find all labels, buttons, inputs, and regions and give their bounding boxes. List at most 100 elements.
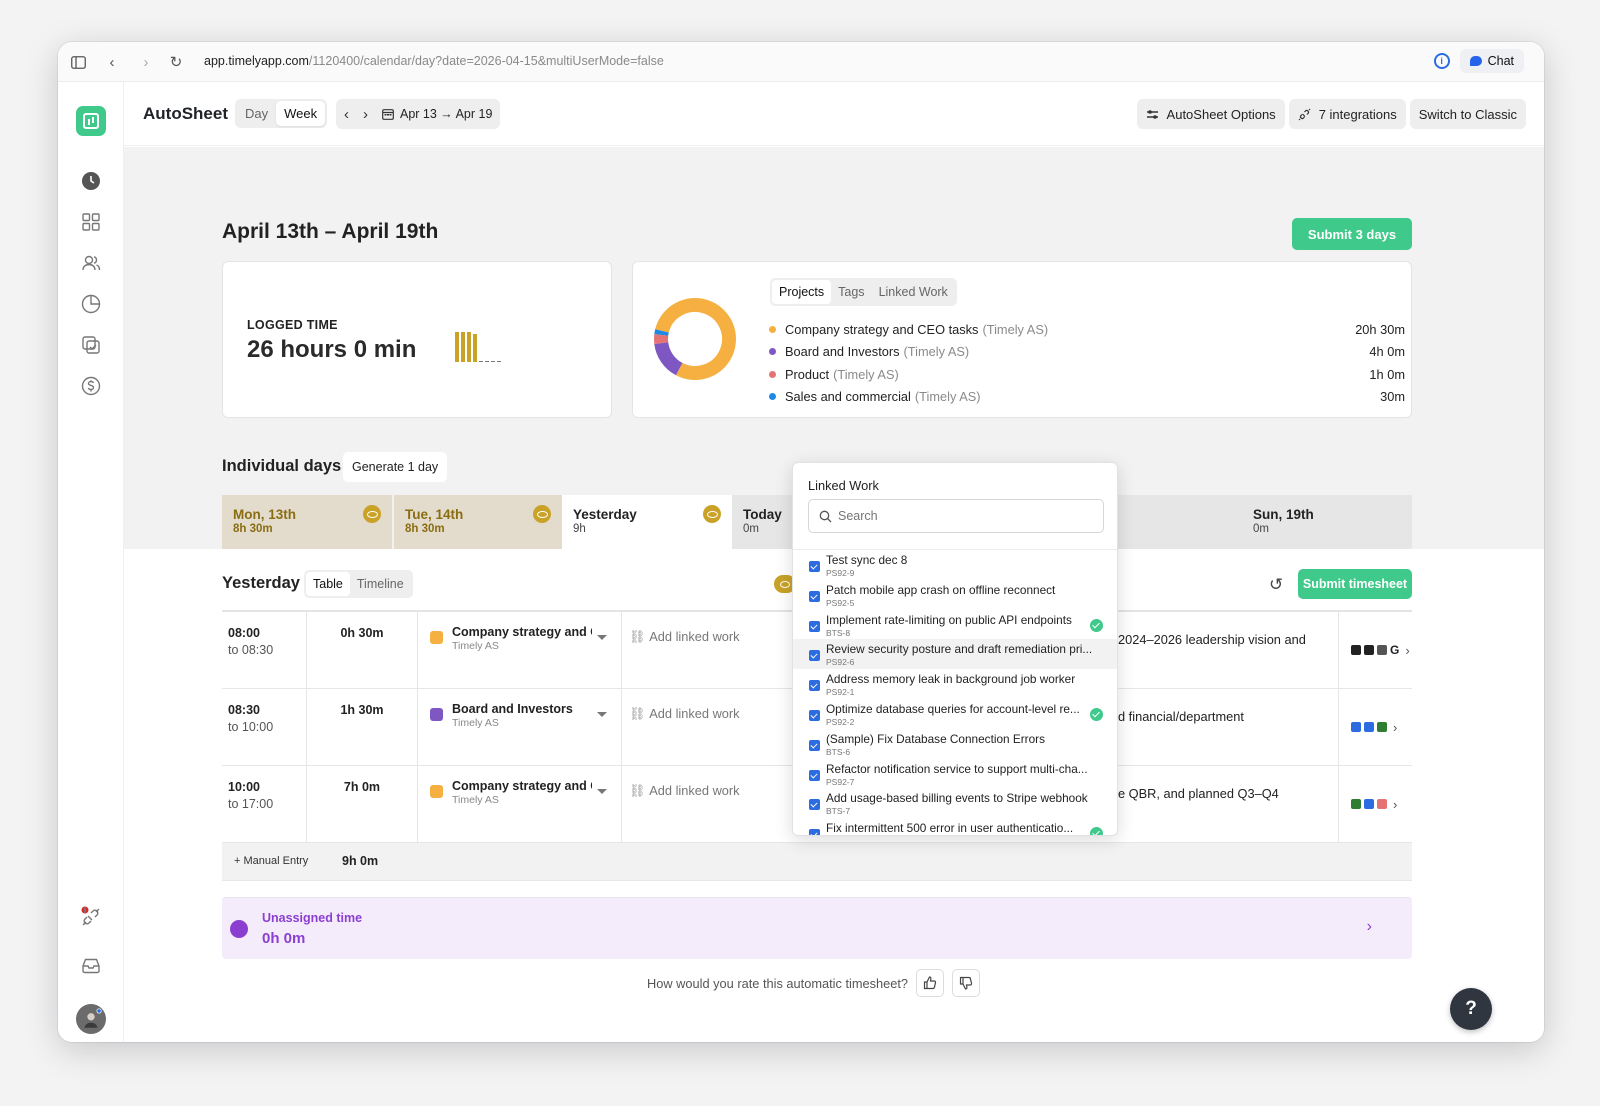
eye-icon[interactable]	[363, 505, 381, 523]
duration-cell[interactable]: 7h 0m	[306, 766, 418, 842]
prev-week-icon[interactable]: ‹	[344, 106, 349, 123]
linked-work-item[interactable]: Patch mobile app crash on offline reconn…	[793, 580, 1117, 610]
help-button[interactable]: ?	[1450, 988, 1492, 1030]
people-icon[interactable]	[80, 252, 102, 274]
note-cell[interactable]: 2024–2026 leadership vision and	[1118, 612, 1338, 688]
project-select[interactable]: Company strategy and CEO tasksTimely AS	[418, 766, 622, 842]
apps-cell[interactable]: G ›	[1338, 612, 1412, 688]
refresh-icon[interactable]: ↺	[1269, 575, 1283, 595]
linked-work-key: PS92-6	[826, 657, 855, 668]
autosheet-logo-icon[interactable]	[76, 106, 106, 136]
grid-icon[interactable]	[80, 211, 102, 233]
tasks-icon[interactable]	[80, 334, 102, 356]
apps-cell[interactable]: ›	[1338, 689, 1412, 765]
breakdown-tab-2[interactable]: Linked Work	[872, 280, 955, 304]
eye-icon[interactable]	[533, 505, 551, 523]
linked-work-item[interactable]: Fix intermittent 500 error in user authe…	[793, 818, 1117, 835]
view-week-tab[interactable]: Week	[276, 101, 326, 126]
linked-work-key: PS92-9	[826, 568, 855, 578]
project-org: Timely AS	[452, 794, 499, 806]
app-icon	[1351, 799, 1361, 809]
check-icon	[1090, 618, 1103, 632]
jira-icon	[809, 561, 820, 572]
url-host: app.timelyapp.com	[204, 54, 309, 68]
note-cell[interactable]: e QBR, and planned Q3–Q4	[1118, 766, 1338, 842]
submit-days-button[interactable]: Submit 3 days	[1292, 218, 1412, 250]
generate-day-button[interactable]: Generate 1 day	[343, 452, 448, 482]
thumbs-down-icon[interactable]	[952, 969, 981, 997]
table-tab[interactable]: Table	[306, 572, 350, 596]
jira-icon	[809, 590, 820, 602]
duration-cell[interactable]: 1h 30m	[306, 689, 418, 765]
time-range-cell[interactable]: 10:00 to 17:00	[222, 766, 306, 842]
rating-question: How would you rate this automatic timesh…	[647, 975, 909, 991]
linked-work-key: BTS-7	[826, 806, 851, 817]
pie-chart-icon[interactable]	[80, 293, 102, 315]
submit-timesheet-button[interactable]: Submit timesheet	[1298, 569, 1412, 599]
password-manager-icon[interactable]: i	[1433, 53, 1450, 69]
autosheet-options-label: AutoSheet Options	[1166, 106, 1276, 122]
address-bar[interactable]: app.timelyapp.com/1120400/calendar/day?d…	[204, 54, 664, 68]
linked-work-item[interactable]: Address memory leak in background job wo…	[793, 669, 1117, 699]
manual-entry-row[interactable]: + Manual Entry 9h 0m	[222, 843, 1412, 881]
linked-work-item[interactable]: Add usage-based billing events to Stripe…	[793, 788, 1117, 818]
day-name: Mon, 13th	[233, 507, 296, 522]
search-input[interactable]	[838, 509, 1078, 523]
project-color-square	[430, 631, 443, 644]
day-tab[interactable]: Mon, 13th 8h 30m	[222, 495, 392, 549]
calendar-icon	[382, 109, 394, 120]
back-icon[interactable]: ‹	[104, 54, 120, 71]
eye-icon[interactable]	[703, 505, 721, 523]
linked-work-item[interactable]: Optimize database queries for account-le…	[793, 699, 1117, 729]
integrations-alert-icon[interactable]: !	[80, 906, 102, 928]
chevron-right-icon[interactable]: ›	[1393, 797, 1397, 812]
autosheet-options-button[interactable]: AutoSheet Options	[1136, 99, 1285, 129]
time-range-cell[interactable]: 08:00 to 08:30	[222, 612, 306, 688]
linked-work-item[interactable]: (Sample) Fix Database Connection Errors B…	[793, 729, 1117, 759]
view-day-tab[interactable]: Day	[237, 101, 276, 126]
linked-work-search[interactable]	[808, 499, 1104, 533]
breakdown-tab-0[interactable]: Projects	[772, 280, 832, 304]
chevron-right-icon[interactable]: ›	[1405, 643, 1409, 658]
linked-work-title: Refactor notification service to support…	[826, 761, 1088, 776]
time-range-cell[interactable]: 08:30 to 10:00	[222, 689, 306, 765]
unassigned-time-row[interactable]: Unassigned time 0h 0m ›	[222, 897, 1412, 959]
linked-work-item[interactable]: Implement rate-limiting on public API en…	[793, 610, 1117, 640]
app-topbar: AutoSheet Day Week ‹ › Apr 13 → Apr 19 A…	[124, 82, 1544, 146]
duration-cell[interactable]: 0h 30m	[306, 612, 418, 688]
clock-icon[interactable]	[80, 170, 102, 192]
search-icon	[819, 510, 832, 522]
mini-bar	[491, 360, 495, 362]
integrations-button[interactable]: 7 integrations	[1288, 99, 1406, 129]
reload-icon[interactable]: ↻	[168, 54, 184, 71]
options-sliders-icon	[1146, 109, 1158, 119]
breakdown-card: Projects Tags Linked Work Company strategy…	[632, 261, 1412, 418]
user-avatar[interactable]	[76, 1004, 106, 1034]
linked-work-item[interactable]: Test sync dec 8 PS92-9	[793, 550, 1117, 580]
manual-entry-label: + Manual Entry	[234, 855, 309, 867]
project-select[interactable]: Company strategy and CEO tasksTimely AS	[418, 612, 622, 688]
thumbs-up-icon[interactable]	[916, 969, 945, 997]
sidebar-toggle-icon[interactable]	[70, 54, 86, 70]
billing-icon[interactable]	[80, 375, 102, 397]
project-select[interactable]: Board and Investors Timely AS	[418, 689, 622, 765]
inbox-icon[interactable]	[80, 954, 102, 976]
linked-work-item[interactable]: Review security posture and draft remedi…	[793, 639, 1117, 670]
timeline-tab[interactable]: Timeline	[350, 572, 411, 596]
apps-cell[interactable]: ›	[1338, 766, 1412, 842]
switch-classic-button[interactable]: Switch to Classic	[1409, 99, 1526, 129]
day-tab[interactable]: Sun, 19th 0m	[1242, 495, 1412, 549]
forward-icon[interactable]: ›	[138, 54, 154, 71]
logged-time-value: 26 hours 0 min	[247, 336, 417, 363]
unassigned-label: Unassigned time	[262, 911, 363, 925]
note-cell[interactable]: d financial/department	[1118, 689, 1338, 765]
day-tab[interactable]: Tue, 14th 8h 30m	[392, 495, 562, 549]
linked-work-item[interactable]: Refactor notification service to support…	[793, 759, 1117, 789]
breakdown-tab-1[interactable]: Tags	[831, 280, 871, 304]
date-range-picker[interactable]: Apr 13 → Apr 19	[382, 107, 492, 121]
next-week-icon[interactable]: ›	[363, 106, 368, 123]
chat-button[interactable]: Chat	[1459, 49, 1524, 73]
day-tab[interactable]: Yesterday 9h	[562, 495, 732, 549]
chevron-right-icon[interactable]: ›	[1393, 720, 1397, 735]
page-title: April 13th – April 19th	[222, 220, 439, 243]
